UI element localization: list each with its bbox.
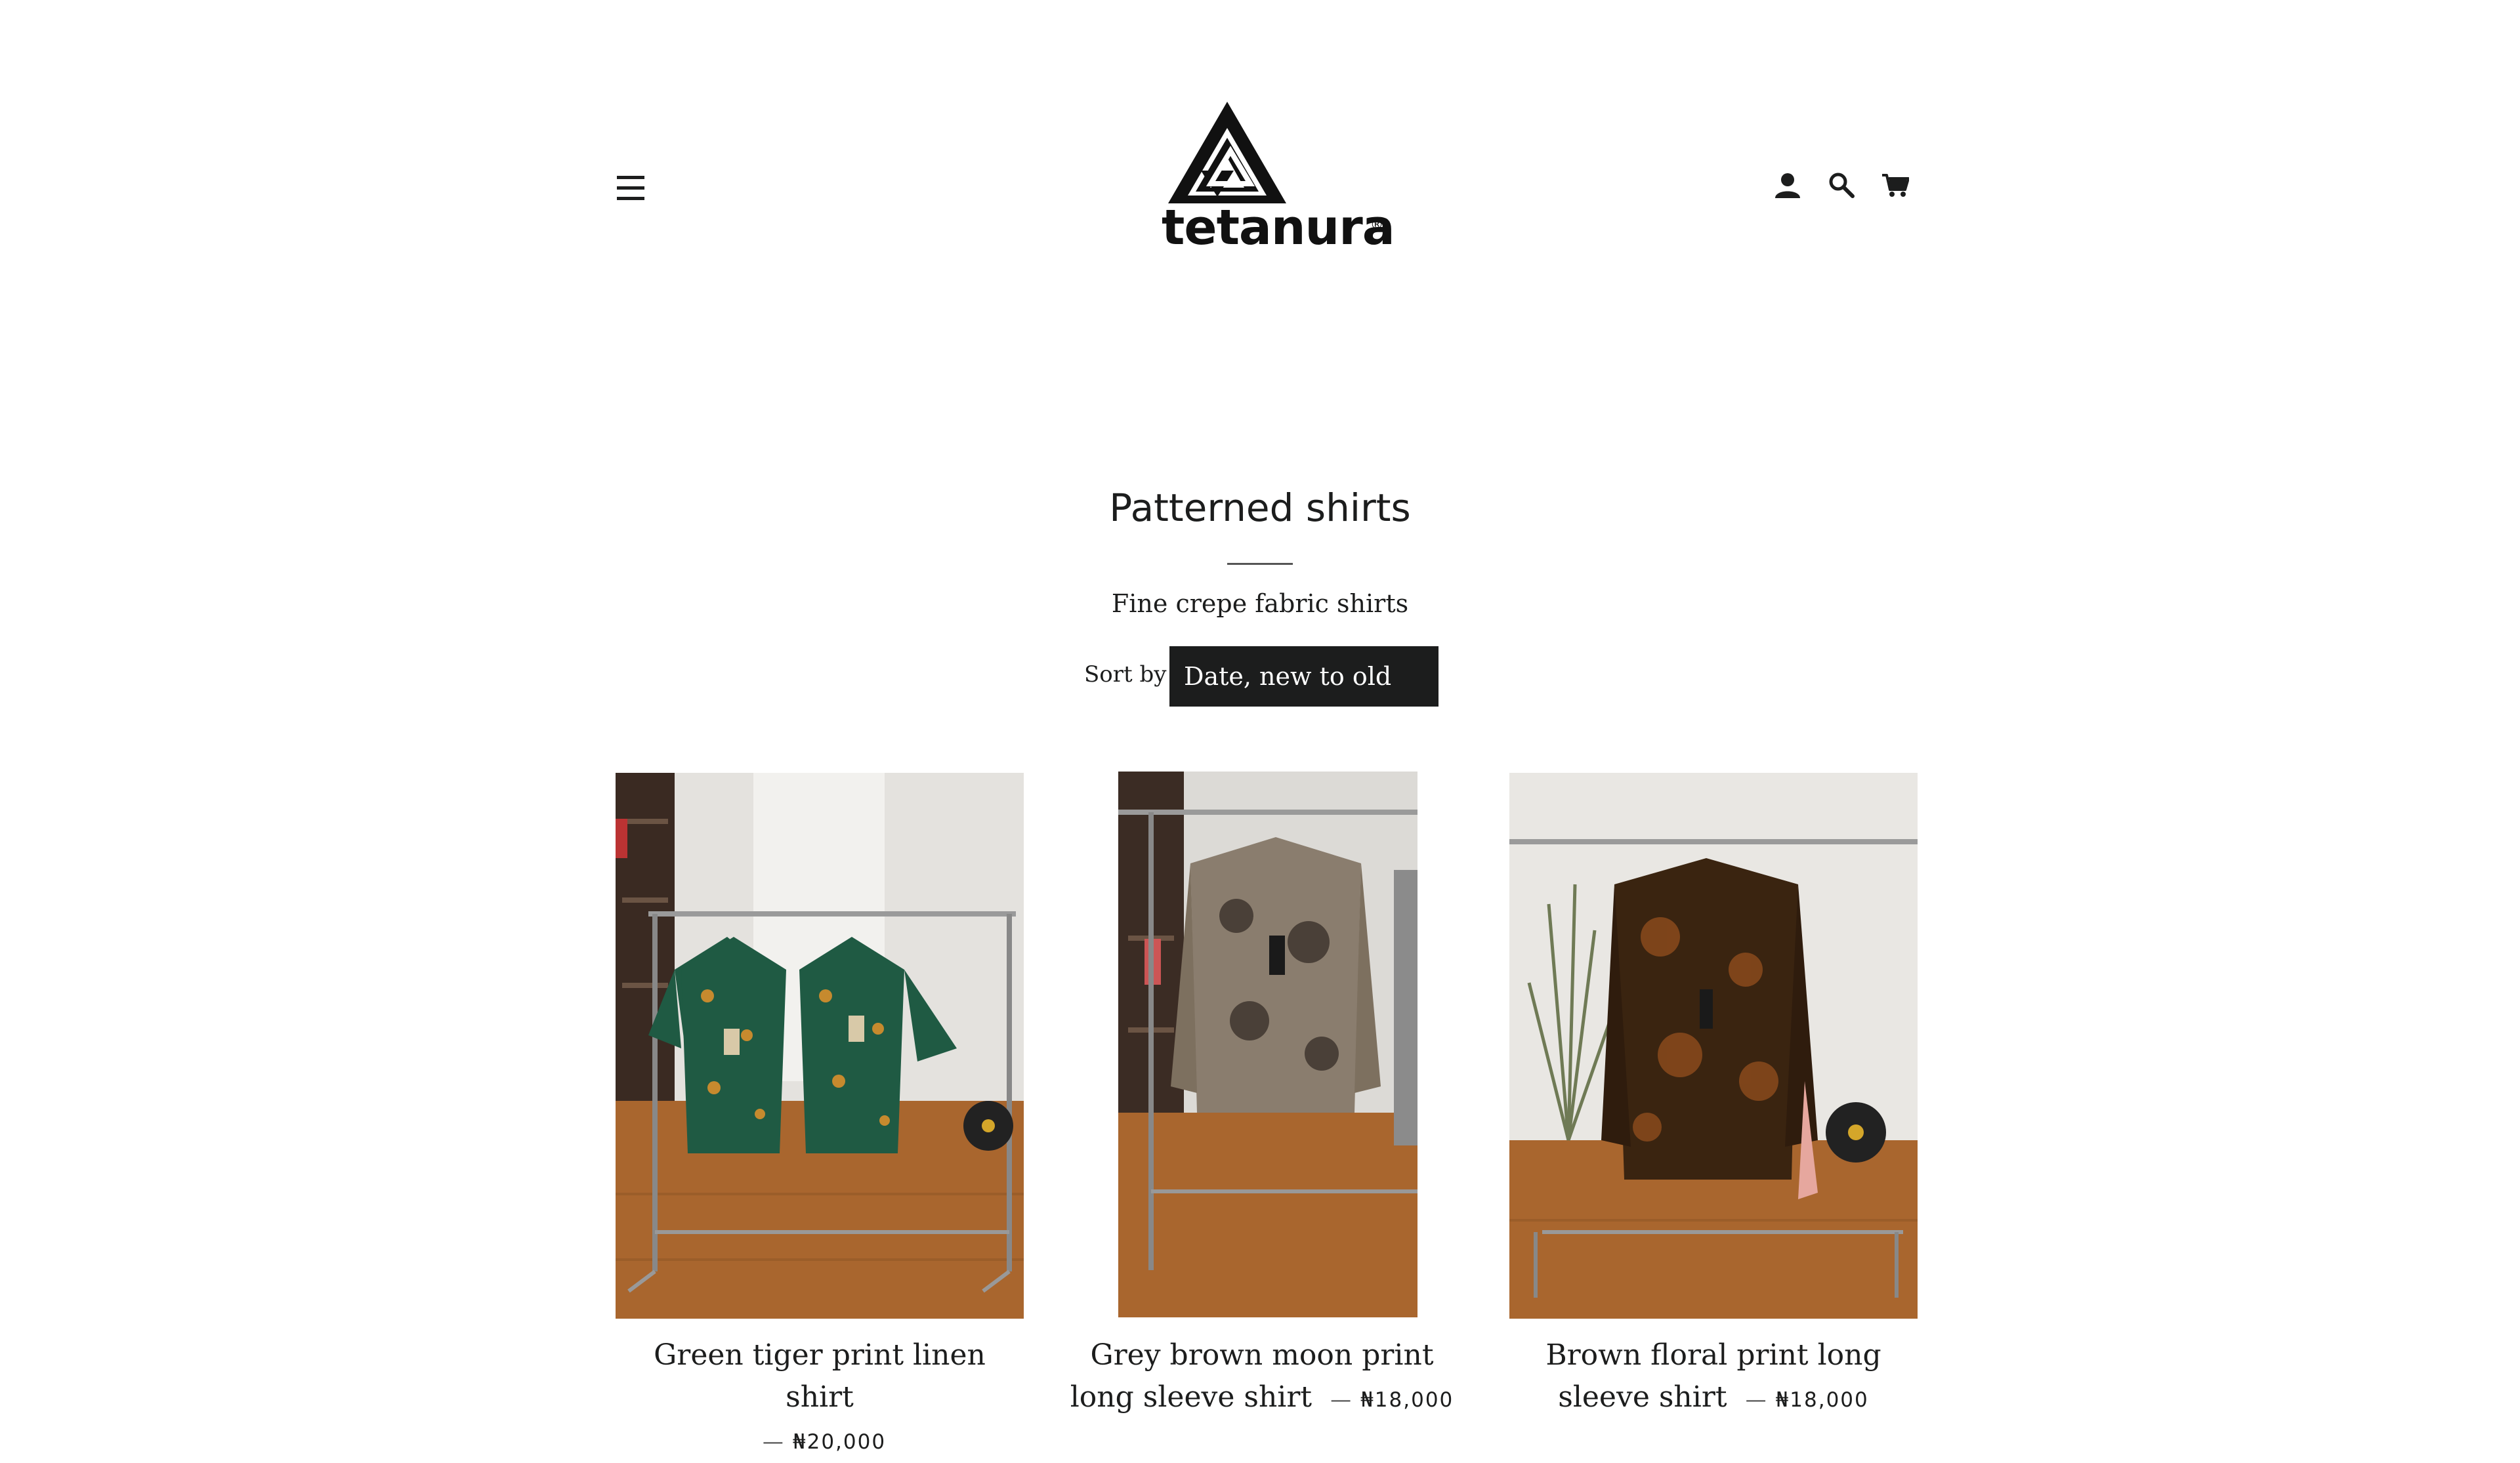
logo-triangle-icon <box>1168 102 1286 203</box>
product-title[interactable]: Brown floral print long sleeve shirt — ₦1… <box>1509 1334 1918 1421</box>
price-separator: — <box>1745 1387 1767 1412</box>
menu-line <box>617 197 644 200</box>
sort-select[interactable]: Date, new to old <box>1169 646 1438 707</box>
product-price: ₦20,000 <box>792 1430 887 1454</box>
product-name: Green tiger print linen shirt <box>654 1338 986 1414</box>
price-separator: — <box>1330 1387 1352 1412</box>
logo-wordmark: tetanura <box>1162 199 1395 256</box>
product-image[interactable] <box>616 773 1024 1319</box>
price-separator: — <box>762 1429 784 1454</box>
product-title[interactable]: Green tiger print linen shirt — ₦20,000 <box>616 1334 1024 1463</box>
menu-line <box>617 176 644 179</box>
cart-icon[interactable] <box>1880 169 1911 201</box>
search-icon[interactable] <box>1826 169 1857 201</box>
header-icon-group <box>1772 169 1911 201</box>
title-divider <box>1227 563 1293 565</box>
registered-mark: ® <box>1370 216 1383 232</box>
account-icon[interactable] <box>1772 169 1803 201</box>
product-image[interactable] <box>1509 773 1918 1319</box>
sort-label: Sort by <box>1084 661 1167 688</box>
product-image[interactable] <box>1118 772 1418 1317</box>
product-price: ₦18,000 <box>1775 1388 1869 1412</box>
collection-description: Fine crepe fabric shirts <box>1111 589 1409 618</box>
page-title: Patterned shirts <box>1109 485 1411 530</box>
product-title[interactable]: Grey brown moon print long sleeve shirt … <box>1058 1334 1466 1421</box>
menu-line <box>617 186 644 190</box>
hamburger-menu-icon[interactable] <box>617 176 647 202</box>
site-logo[interactable]: tetanura ® <box>1162 98 1395 269</box>
product-price: ₦18,000 <box>1360 1388 1454 1412</box>
site-header: tetanura ® <box>0 0 2520 289</box>
